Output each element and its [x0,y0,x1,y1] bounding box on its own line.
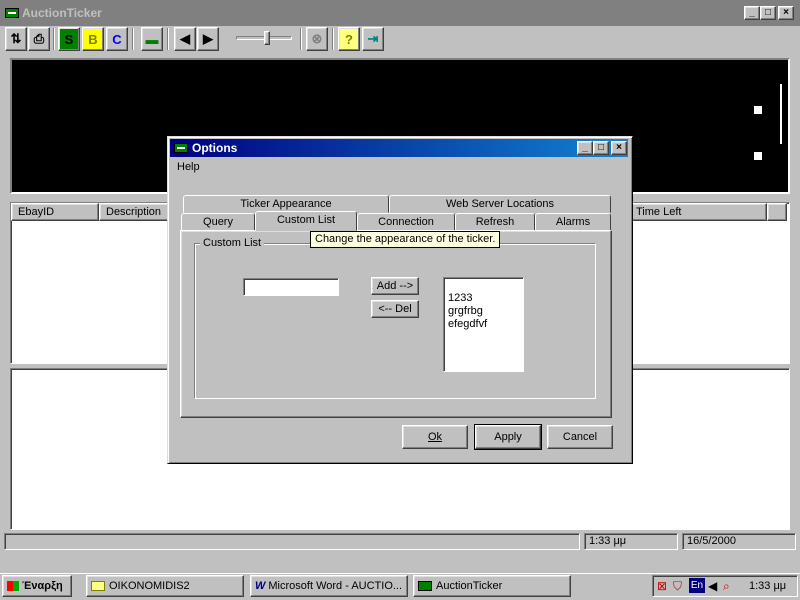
task-label: AuctionTicker [436,580,503,592]
back-arrow-icon[interactable]: ◀ [174,27,196,51]
custom-list-box[interactable]: 1233 grgfrbg efegdfvf [443,277,524,372]
c-button[interactable]: C [106,27,128,51]
del-button[interactable]: <-- Del [371,300,419,318]
custom-list-groupbox [194,243,596,399]
forward-arrow-icon[interactable]: ▶ [197,27,219,51]
tab-connection[interactable]: Connection [357,213,455,231]
status-message [4,533,580,550]
close-button[interactable]: × [778,6,794,20]
dialog-title-bar[interactable]: Options [170,139,628,157]
speed-slider-thumb[interactable] [264,31,270,45]
b-button[interactable]: B [82,27,104,51]
language-indicator[interactable]: En [689,578,705,593]
tab-alarms[interactable]: Alarms [535,213,611,231]
add-button[interactable]: Add --> [371,277,419,295]
task-word[interactable]: W Microsoft Word - AUCTIO... [250,575,408,597]
dialog-minimize-button[interactable]: _ [577,141,593,155]
windows-logo-icon [7,581,19,591]
task-label: Microsoft Word - AUCTIO... [268,580,403,592]
toolbar-separator [167,28,169,50]
print-icon[interactable]: ⎙ [28,27,50,51]
dialog-close-button[interactable]: × [611,141,627,155]
column-header-ebayid[interactable]: EbayID [11,203,99,221]
main-title-bar[interactable]: AuctionTicker [0,0,800,26]
apply-button[interactable]: Apply [474,424,542,450]
search-icon[interactable]: ⌕ [723,579,730,594]
minimize-button[interactable]: _ [744,6,760,20]
maximize-button[interactable]: □ [760,6,776,20]
toolbar-separator [132,28,134,50]
word-icon: W [255,580,266,592]
app-icon [5,8,19,18]
app-icon [174,143,188,153]
toolbar-separator [332,28,334,50]
status-date: 16/5/2000 [682,533,796,550]
network-icon[interactable]: ⊠ [657,579,667,593]
column-header-description[interactable]: Description [99,203,177,221]
stop-icon[interactable]: ⊗ [306,27,328,51]
ticker-icon[interactable]: ▬ [141,27,163,51]
toolbar-separator [53,28,55,50]
status-time: 1:33 μμ [584,533,678,550]
task-label: OIKONOMIDIS2 [109,580,190,592]
list-item[interactable]: grgfrbg [448,305,523,318]
tray-clock: 1:33 μμ [749,580,787,592]
task-auctionticker[interactable]: AuctionTicker [413,575,571,597]
ticker-dot [754,152,762,160]
ok-button[interactable]: Ok [402,425,468,449]
exit-icon[interactable]: ⇥ [362,27,384,51]
sort-icon[interactable]: ⇅ [5,27,27,51]
antivirus-shield-icon[interactable]: ⛉ [673,579,682,594]
help-icon[interactable]: ? [338,27,360,51]
tab-web-server-locations[interactable]: Web Server Locations [389,195,611,213]
ticker-scroll-bar [780,84,782,144]
toolbar-separator [300,28,302,50]
column-header-end [767,203,787,221]
tab-query[interactable]: Query [181,213,255,231]
dialog-menu-help[interactable]: Help [177,161,200,173]
s-button[interactable]: S [58,27,80,51]
custom-item-input[interactable] [243,278,339,296]
dialog-title: Options [192,141,238,155]
folder-icon [91,581,105,591]
list-item[interactable]: efegdfvf [448,318,523,331]
ticker-dot [754,106,762,114]
app-icon [418,581,432,591]
start-button[interactable]: Έναρξη [2,575,72,597]
speaker-icon[interactable]: ◀ [708,579,717,593]
dialog-maximize-button[interactable]: □ [593,141,609,155]
groupbox-label: Custom List [200,237,265,249]
tab-refresh[interactable]: Refresh [455,213,535,231]
start-label: Έναρξη [22,580,63,592]
list-item[interactable]: 1233 [448,292,523,305]
window-title: AuctionTicker [22,6,102,20]
column-header-time-left[interactable]: Time Left [629,203,767,221]
tooltip: Change the appearance of the ticker. [310,231,501,248]
tab-custom-list[interactable]: Custom List [255,211,357,231]
task-oikonomidis2[interactable]: OIKONOMIDIS2 [86,575,244,597]
cancel-button[interactable]: Cancel [547,425,613,449]
system-tray: ⊠ ⛉ En ◀ ⌕ 1:33 μμ [652,575,798,597]
